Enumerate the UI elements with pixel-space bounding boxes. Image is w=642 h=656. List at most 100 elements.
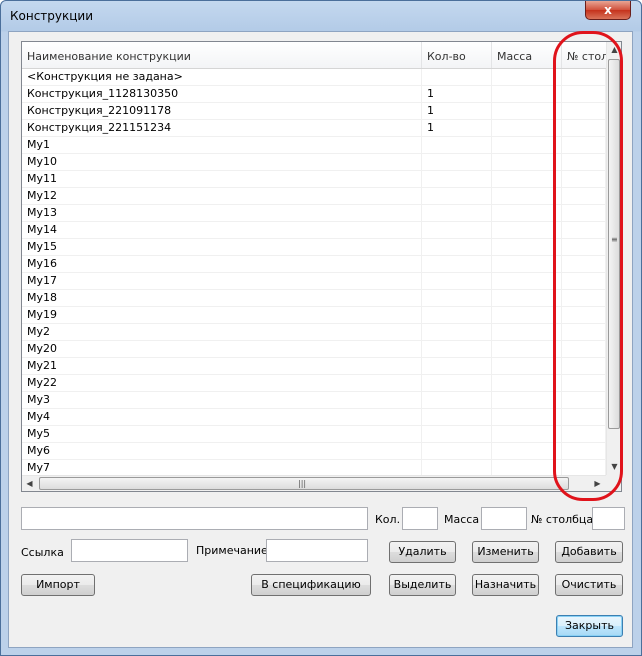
dialog-body: Наименование конструкции Кол-во Масса № … xyxy=(8,31,633,648)
scroll-right-icon[interactable]: ▶ xyxy=(590,476,605,491)
cell-name: Mу21 xyxy=(22,358,422,374)
table-row[interactable]: Mу12 xyxy=(22,188,606,205)
vertical-scrollbar[interactable]: ▲ ≡ ▼ xyxy=(606,42,621,475)
column-header-mass[interactable]: Масса xyxy=(492,42,562,68)
table-row[interactable]: Конструкция_1128130350 1 xyxy=(22,86,606,103)
column-number-label: № столбца xyxy=(531,513,594,526)
table-row[interactable]: Mу11 xyxy=(22,171,606,188)
constructions-table[interactable]: Наименование конструкции Кол-во Масса № … xyxy=(21,41,622,492)
scroll-up-icon[interactable]: ▲ xyxy=(607,42,621,58)
cell-qty xyxy=(422,256,492,272)
mass-field[interactable] xyxy=(481,507,527,530)
cell-column-number xyxy=(562,256,606,272)
column-header-qty[interactable]: Кол-во xyxy=(422,42,492,68)
cell-column-number xyxy=(562,341,606,357)
cell-name: Mу4 xyxy=(22,409,422,425)
add-button[interactable]: Добавить xyxy=(555,541,623,563)
table-row[interactable]: Mу3 xyxy=(22,392,606,409)
table-row[interactable]: Mу19 xyxy=(22,307,606,324)
window-title: Конструкции xyxy=(10,9,94,23)
table-row[interactable]: Mу18 xyxy=(22,290,606,307)
cell-column-number xyxy=(562,426,606,442)
vertical-scroll-thumb[interactable]: ≡ xyxy=(608,59,620,429)
note-field[interactable] xyxy=(266,539,368,562)
edit-button[interactable]: Изменить xyxy=(472,541,539,563)
cell-qty: 1 xyxy=(422,120,492,136)
horizontal-scrollbar[interactable]: ◀ ||| ▶ xyxy=(22,475,606,491)
table-row[interactable]: Mу14 xyxy=(22,222,606,239)
title-bar[interactable]: Конструкции x xyxy=(1,1,641,31)
table-row[interactable]: Mу21 xyxy=(22,358,606,375)
cell-qty: 1 xyxy=(422,86,492,102)
qty-label: Кол. xyxy=(375,513,401,526)
table-row[interactable]: Mу17 xyxy=(22,273,606,290)
cell-column-number xyxy=(562,86,606,102)
cell-qty xyxy=(422,69,492,85)
table-row[interactable]: Mу16 xyxy=(22,256,606,273)
grip-icon: ||| xyxy=(298,479,307,488)
cell-name: Mу14 xyxy=(22,222,422,238)
cell-mass xyxy=(492,171,562,187)
select-button[interactable]: Выделить xyxy=(389,574,456,596)
close-button[interactable]: Закрыть xyxy=(556,615,623,637)
horizontal-scroll-thumb[interactable]: ||| xyxy=(39,477,569,490)
cell-qty xyxy=(422,341,492,357)
cell-name: Mу15 xyxy=(22,239,422,255)
scroll-left-icon[interactable]: ◀ xyxy=(22,476,37,491)
table-row[interactable]: Mу1 xyxy=(22,137,606,154)
column-header-name[interactable]: Наименование конструкции xyxy=(22,42,422,68)
table-row[interactable]: Mу6 xyxy=(22,443,606,460)
cell-column-number xyxy=(562,188,606,204)
mass-label: Масса xyxy=(444,513,480,526)
table-row[interactable]: Mу4 xyxy=(22,409,606,426)
cell-qty xyxy=(422,409,492,425)
cell-qty xyxy=(422,307,492,323)
cell-name: Mу10 xyxy=(22,154,422,170)
cell-mass xyxy=(492,426,562,442)
scroll-corner xyxy=(606,475,621,491)
close-window-button[interactable]: x xyxy=(585,1,631,20)
table-row[interactable]: Mу5 xyxy=(22,426,606,443)
table-row[interactable]: Mу10 xyxy=(22,154,606,171)
table-row[interactable]: Конструкция_221091178 1 xyxy=(22,103,606,120)
cell-name: Mу7 xyxy=(22,460,422,476)
assign-button[interactable]: Назначить xyxy=(472,574,539,596)
cell-qty xyxy=(422,290,492,306)
to-specification-button[interactable]: В спецификацию xyxy=(251,574,371,596)
table-row[interactable]: Mу13 xyxy=(22,205,606,222)
table-row[interactable]: Mу20 xyxy=(22,341,606,358)
cell-name: Конструкция_221091178 xyxy=(22,103,422,119)
cell-column-number xyxy=(562,409,606,425)
cell-column-number xyxy=(562,460,606,476)
cell-mass xyxy=(492,307,562,323)
table-row[interactable]: Mу15 xyxy=(22,239,606,256)
table-row[interactable]: Mу22 xyxy=(22,375,606,392)
clear-button[interactable]: Очистить xyxy=(555,574,623,596)
column-header-column-number[interactable]: № стол xyxy=(562,42,606,68)
cell-column-number xyxy=(562,103,606,119)
cell-name: Конструкция_1128130350 xyxy=(22,86,422,102)
cell-mass xyxy=(492,103,562,119)
scroll-down-icon[interactable]: ▼ xyxy=(607,459,621,475)
grip-icon: ≡ xyxy=(611,235,618,244)
cell-column-number xyxy=(562,392,606,408)
name-field[interactable] xyxy=(21,507,368,530)
cell-column-number xyxy=(562,443,606,459)
table-row[interactable]: Mу2 xyxy=(22,324,606,341)
import-button[interactable]: Импорт xyxy=(21,574,95,596)
cell-name: Mу19 xyxy=(22,307,422,323)
cell-column-number xyxy=(562,137,606,153)
cell-column-number xyxy=(562,307,606,323)
qty-field[interactable] xyxy=(402,507,438,530)
delete-button[interactable]: Удалить xyxy=(389,541,456,563)
cell-qty xyxy=(422,222,492,238)
column-number-field[interactable] xyxy=(592,507,625,530)
cell-mass xyxy=(492,154,562,170)
link-field[interactable] xyxy=(71,539,188,562)
table-row[interactable]: Конструкция_221151234 1 xyxy=(22,120,606,137)
cell-name: Mу18 xyxy=(22,290,422,306)
cell-mass xyxy=(492,341,562,357)
table-row[interactable]: <Конструкция не задана> xyxy=(22,69,606,86)
cell-qty xyxy=(422,358,492,374)
close-icon: x xyxy=(604,3,612,17)
